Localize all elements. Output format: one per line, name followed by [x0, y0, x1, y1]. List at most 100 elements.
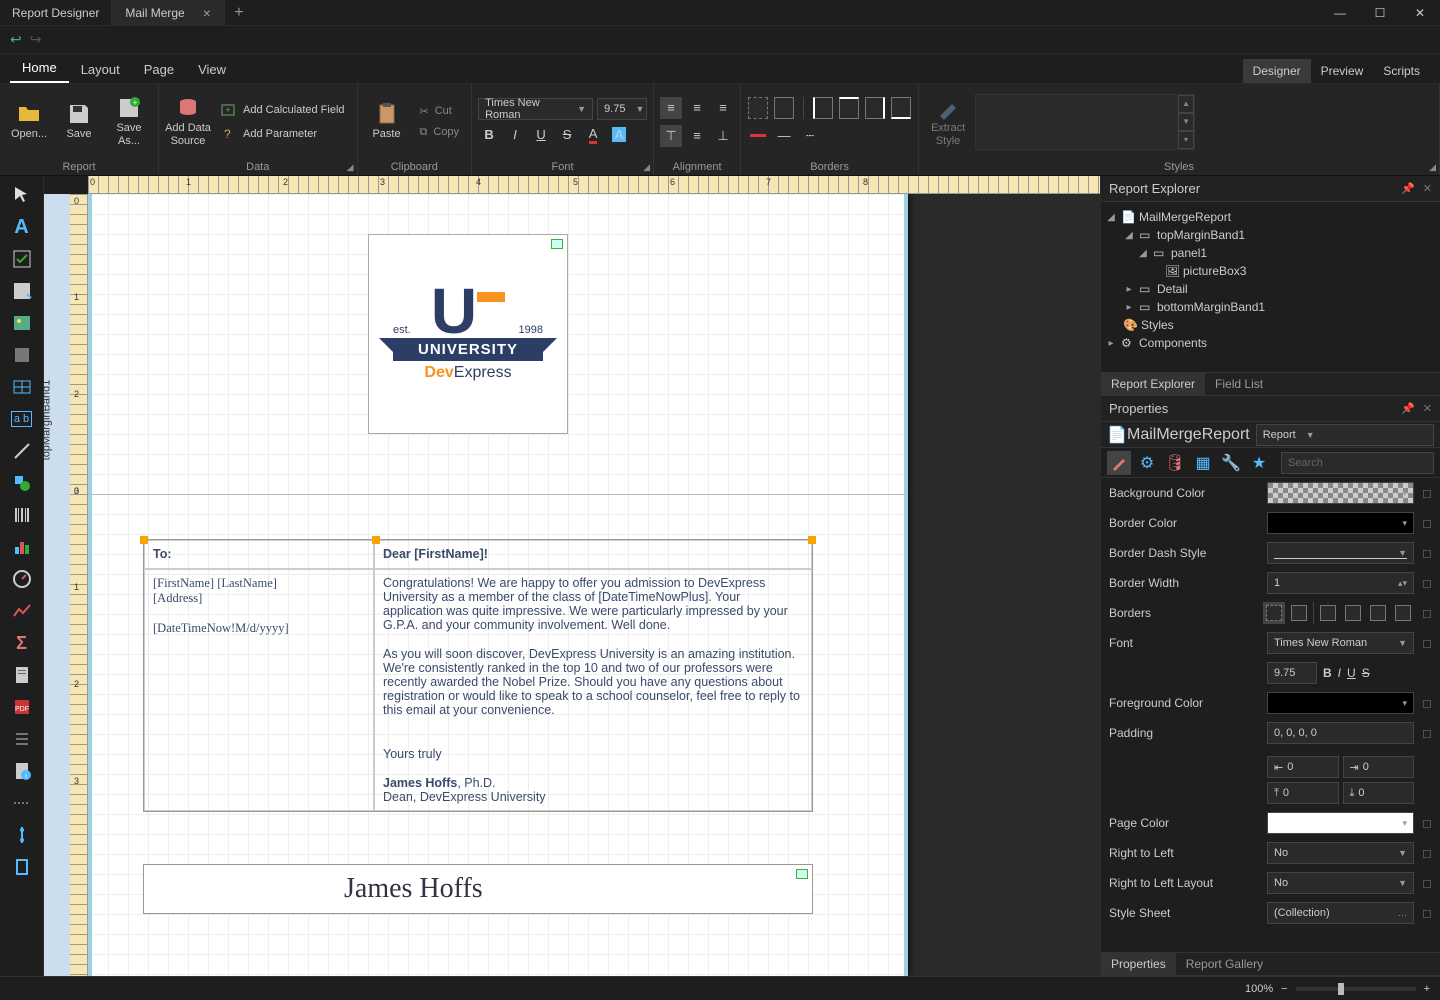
- zoom-in-button[interactable]: +: [1424, 983, 1430, 995]
- picture-smarttag-icon[interactable]: [796, 869, 808, 879]
- report-page[interactable]: U est.1998 UNIVERSITY DevExpress: [88, 194, 908, 976]
- page-info-tool[interactable]: i: [2, 756, 42, 786]
- chart-tool[interactable]: [2, 532, 42, 562]
- category-misc-icon[interactable]: 🔧: [1219, 451, 1243, 475]
- table-tool[interactable]: [2, 372, 42, 402]
- padding-bottom-input[interactable]: ⤓0: [1343, 782, 1415, 804]
- highlight-button[interactable]: A: [608, 124, 630, 146]
- category-behavior-icon[interactable]: ⚙: [1135, 451, 1159, 475]
- undo-icon[interactable]: ↩: [10, 31, 22, 48]
- tree-node[interactable]: 🖼pictureBox3: [1105, 262, 1436, 280]
- view-tab-scripts[interactable]: Scripts: [1373, 59, 1430, 83]
- rtl-layout-select[interactable]: No▼: [1267, 872, 1414, 894]
- save-as-button[interactable]: +Save As...: [106, 96, 152, 146]
- pin-icon[interactable]: 📌: [1401, 402, 1415, 415]
- align-top-button[interactable]: ⊤: [660, 125, 682, 147]
- toc-tool[interactable]: [2, 724, 42, 754]
- padding-input[interactable]: 0, 0, 0, 0: [1267, 722, 1414, 744]
- properties-header[interactable]: Properties 📌✕: [1101, 396, 1440, 422]
- barcode-tool[interactable]: [2, 500, 42, 530]
- tab-field-list[interactable]: Field List: [1205, 373, 1273, 395]
- pointer-tool[interactable]: [2, 180, 42, 210]
- border-right-button[interactable]: [864, 97, 886, 119]
- tab-close-icon[interactable]: ×: [203, 5, 211, 21]
- label-tool[interactable]: A: [2, 212, 42, 242]
- prop-underline-toggle[interactable]: U: [1347, 666, 1356, 680]
- report-explorer-header[interactable]: Report Explorer 📌✕: [1101, 176, 1440, 202]
- gallery-up-icon[interactable]: ▲: [1178, 95, 1194, 113]
- view-tab-preview[interactable]: Preview: [1311, 59, 1374, 83]
- prop-border-all[interactable]: [1288, 602, 1310, 624]
- styles-group-launcher-icon[interactable]: ◢: [1429, 162, 1436, 173]
- ribbon-tab-view[interactable]: View: [186, 56, 238, 83]
- zoom-slider[interactable]: [1296, 987, 1416, 991]
- category-data-icon[interactable]: 🛢: [1163, 451, 1187, 475]
- rtl-select[interactable]: No▼: [1267, 842, 1414, 864]
- tree-node-styles[interactable]: 🎨Styles: [1105, 316, 1436, 334]
- new-tab-button[interactable]: +: [226, 4, 252, 22]
- view-tab-designer[interactable]: Designer: [1243, 59, 1311, 83]
- add-data-source-button[interactable]: Add Data Source: [165, 96, 211, 146]
- tree-node-report[interactable]: ◢📄MailMergeReport: [1105, 208, 1436, 226]
- border-all-button[interactable]: [773, 97, 795, 119]
- underline-button[interactable]: U: [530, 124, 552, 146]
- border-left-button[interactable]: [812, 97, 834, 119]
- vertical-ruler[interactable]: 01230123: [70, 194, 88, 976]
- redo-icon[interactable]: ↪: [30, 31, 42, 48]
- tree-node-components[interactable]: ▸⚙Components: [1105, 334, 1436, 352]
- align-left-button[interactable]: ≡: [660, 97, 682, 119]
- address-cell[interactable]: [FirstName] [LastName] [Address] [DateTi…: [144, 569, 374, 811]
- letter-table[interactable]: To: Dear [FirstName]! [FirstName] [LastN…: [143, 539, 813, 812]
- prop-italic-toggle[interactable]: I: [1338, 666, 1341, 680]
- prop-border-top[interactable]: [1342, 602, 1364, 624]
- picture-smarttag-icon[interactable]: [551, 239, 563, 249]
- dear-cell[interactable]: Dear [FirstName]!: [374, 540, 812, 569]
- sparkline-tool[interactable]: [2, 596, 42, 626]
- padding-top-input[interactable]: ⤒0: [1267, 782, 1339, 804]
- background-color-picker[interactable]: ▾: [1267, 482, 1414, 504]
- border-color-picker[interactable]: ▾: [1267, 512, 1414, 534]
- open-button[interactable]: Open...: [6, 102, 52, 140]
- font-group-launcher-icon[interactable]: ◢: [643, 162, 650, 173]
- padding-right-input[interactable]: ⇥0: [1343, 756, 1415, 778]
- font-size-select[interactable]: 9.75▼: [597, 98, 647, 120]
- crossband-box-tool[interactable]: [2, 852, 42, 882]
- page-color-picker[interactable]: ▾: [1267, 812, 1414, 834]
- prop-border-none[interactable]: [1263, 602, 1285, 624]
- align-center-button[interactable]: ≡: [686, 97, 708, 119]
- property-search-input[interactable]: Search: [1281, 452, 1434, 474]
- cut-button[interactable]: ✂Cut: [414, 103, 466, 120]
- paste-button[interactable]: Paste: [364, 102, 410, 140]
- tree-node[interactable]: ◢▭panel1: [1105, 244, 1436, 262]
- save-button[interactable]: Save: [56, 102, 102, 140]
- minimize-button[interactable]: —: [1320, 0, 1360, 26]
- border-color-button[interactable]: [747, 125, 769, 147]
- border-width-input[interactable]: 1▴▾: [1267, 572, 1414, 594]
- richtext-tool[interactable]: [2, 276, 42, 306]
- styles-gallery[interactable]: ▲▼▾: [975, 94, 1195, 150]
- tab-properties[interactable]: Properties: [1101, 953, 1176, 975]
- border-bottom-button[interactable]: [890, 97, 912, 119]
- extract-style-button[interactable]: Extract Style: [925, 96, 971, 146]
- font-color-button[interactable]: A: [582, 124, 604, 146]
- horizontal-ruler[interactable]: 012345678: [88, 176, 1100, 194]
- category-design-icon[interactable]: ▦: [1191, 451, 1215, 475]
- font-family-property[interactable]: Times New Roman▼: [1267, 632, 1414, 654]
- checkbox-tool[interactable]: [2, 244, 42, 274]
- add-parameter-button[interactable]: ?Add Parameter: [215, 124, 351, 144]
- panel-tool[interactable]: [2, 340, 42, 370]
- crossband-line-tool[interactable]: [2, 820, 42, 850]
- strike-button[interactable]: S: [556, 124, 578, 146]
- gauge-tool[interactable]: [2, 564, 42, 594]
- prop-strike-toggle[interactable]: S: [1362, 666, 1370, 680]
- tree-node[interactable]: ▸▭Detail: [1105, 280, 1436, 298]
- stylesheet-collection[interactable]: (Collection)…: [1267, 902, 1414, 924]
- panel-close-icon[interactable]: ✕: [1423, 402, 1432, 415]
- prop-border-bottom[interactable]: [1392, 602, 1414, 624]
- maximize-button[interactable]: ☐: [1360, 0, 1400, 26]
- padding-left-input[interactable]: ⇤0: [1267, 756, 1339, 778]
- tree-node[interactable]: ▸▭bottomMarginBand1: [1105, 298, 1436, 316]
- panel-close-icon[interactable]: ✕: [1423, 182, 1432, 195]
- border-none-button[interactable]: [747, 97, 769, 119]
- to-label-cell[interactable]: To:: [144, 540, 374, 569]
